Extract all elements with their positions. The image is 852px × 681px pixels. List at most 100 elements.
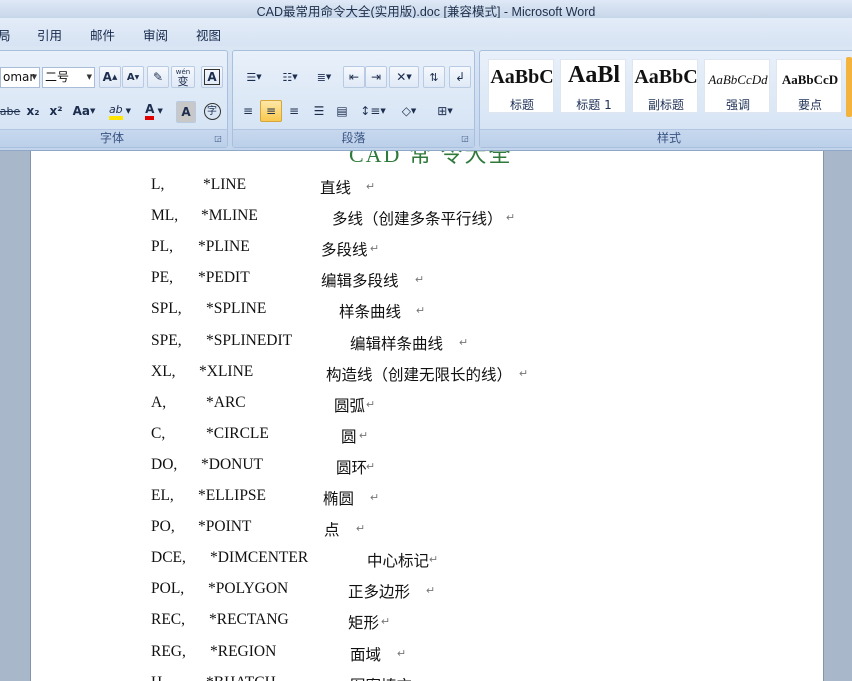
style-title[interactable]: AaBbC 标题 <box>488 59 554 113</box>
chevron-down-icon: ▼ <box>86 73 92 81</box>
style-emphasis[interactable]: AaBbCcDd 强调 <box>704 59 770 113</box>
font-size-combo[interactable]: 二号 ▼ <box>42 67 95 88</box>
char-border-button[interactable]: A <box>201 66 223 88</box>
command-description: 直线 <box>320 180 352 197</box>
superscript-icon: x² <box>49 104 63 118</box>
style-heading-1[interactable]: AaBl 标题 1 <box>560 59 626 113</box>
command-alias: SPL, <box>151 300 182 318</box>
justify-button[interactable]: ☰ <box>308 100 330 122</box>
command-alias: XL, <box>151 362 176 380</box>
command-line: SPE, *SPLINEDIT 编辑样条曲线 ↵ <box>31 331 823 354</box>
tab-view[interactable]: 视图 <box>196 25 221 44</box>
distributed-button[interactable]: ▤ <box>331 100 353 122</box>
style-name: 副标题 <box>647 98 684 112</box>
style-subtitle[interactable]: AaBbC 副标题 <box>632 59 698 113</box>
command-description: 面域 <box>350 646 382 664</box>
subscript-button[interactable]: x₂ <box>22 100 44 122</box>
tab-mailings[interactable]: 邮件 <box>90 25 115 44</box>
dialog-launcher-icon[interactable]: ◲ <box>460 134 470 144</box>
borders-button[interactable]: ⊞ ▼ <box>429 100 461 122</box>
paragraph-mark-icon: ↵ <box>426 585 436 598</box>
dialog-launcher-icon[interactable]: ◲ <box>213 134 223 144</box>
command-name: *LINE <box>203 176 247 193</box>
document-heading: CAD 常 令大全 <box>349 151 513 167</box>
command-alias: L, <box>151 176 165 193</box>
grow-font-button[interactable]: A ▲ <box>99 66 121 88</box>
align-center-icon: ≡ <box>265 104 277 118</box>
tab-review[interactable]: 审阅 <box>143 25 168 44</box>
command-name: *RECTANG <box>209 611 289 629</box>
command-name: *ARC <box>206 393 246 411</box>
change-case-button[interactable]: Aa ▼ <box>68 100 100 122</box>
shading-button[interactable]: ◇ ▼ <box>393 100 425 122</box>
paragraph-mark-icon: ↵ <box>415 274 425 287</box>
ribbon: omar ▼ 二号 ▼ A▲ A▼ ✎ wén 变 A abe x₂ x² <box>0 46 852 151</box>
command-description: 多段线 <box>321 242 368 260</box>
chinese-layout-button[interactable]: ✕ ▼ <box>389 66 419 88</box>
align-left-button[interactable]: ≡ <box>237 100 259 122</box>
command-description: 圆弧 <box>334 397 366 415</box>
command-alias: POL, <box>151 580 185 598</box>
command-alias: EL, <box>151 487 174 504</box>
style-sample: AaBbCcD <box>781 72 839 87</box>
command-description: 中心标记 <box>367 553 430 571</box>
enclose-char-button[interactable]: 字 <box>201 100 223 122</box>
paragraph-mark-icon: ↵ <box>506 212 516 225</box>
command-name: *REGION <box>210 642 277 660</box>
show-marks-button[interactable]: ↲ <box>449 66 471 88</box>
command-alias: PL, <box>151 238 173 256</box>
command-description: 圆环 <box>336 459 368 477</box>
shrink-font-button[interactable]: A ▼ <box>122 66 144 88</box>
justify-icon: ☰ <box>313 104 325 118</box>
numbering-button[interactable]: ☷ ▼ <box>273 66 307 88</box>
command-alias: SPE, <box>151 331 182 349</box>
line-spacing-button[interactable]: ↕≡ ▼ <box>357 100 389 122</box>
font-name-value: omar <box>3 70 35 84</box>
style-sample: AaBbC <box>490 66 554 88</box>
strikethrough-button[interactable]: abe <box>0 100 20 122</box>
tab-page-layout[interactable]: 局 <box>0 25 11 44</box>
phonetic-guide-button[interactable]: wén 变 <box>171 66 195 88</box>
paragraph-mark-icon: ↵ <box>416 678 425 681</box>
bullets-button[interactable]: ☰ ▼ <box>237 66 271 88</box>
paragraph-mark-icon: ↵ <box>416 305 426 318</box>
paragraph-mark-icon: ↵ <box>429 554 439 567</box>
clear-format-button[interactable]: ✎ <box>147 66 169 88</box>
superscript-button[interactable]: x² <box>45 100 67 122</box>
style-name: 标题 1 <box>576 98 612 112</box>
borders-icon: ⊞ <box>437 104 448 118</box>
style-gallery-scroll[interactable] <box>846 57 852 117</box>
line-spacing-icon: ↕≡ <box>360 104 381 118</box>
paragraph-mark-icon: ↵ <box>381 616 391 629</box>
highlight-button[interactable]: ab ▼ <box>103 100 137 122</box>
styles-group-label: 样式 <box>480 129 852 147</box>
sort-button[interactable]: ⇅ <box>423 66 445 88</box>
char-shading-button[interactable]: A <box>176 101 196 123</box>
command-alias: A, <box>151 393 167 411</box>
font-color-icon: A <box>145 102 155 120</box>
decrease-indent-button[interactable]: ⇤ <box>343 66 365 88</box>
ribbon-tabs: 局 引用 邮件 审阅 视图 <box>0 18 852 46</box>
command-alias: REC, <box>151 611 186 629</box>
align-right-button[interactable]: ≡ <box>283 100 305 122</box>
font-name-combo[interactable]: omar ▼ <box>0 67 40 88</box>
align-left-icon: ≡ <box>242 104 254 118</box>
command-name: *DIMCENTER <box>210 549 309 567</box>
tab-references[interactable]: 引用 <box>37 25 62 44</box>
align-center-button[interactable]: ≡ <box>260 100 282 122</box>
paragraph-mark-icon: ↵ <box>370 492 380 504</box>
style-sample: AaBbCcDd <box>708 72 768 87</box>
style-strong[interactable]: AaBbCcD 要点 <box>776 59 842 113</box>
multilevel-list-button[interactable]: ≣ ▼ <box>309 66 339 88</box>
command-line: PE, *PEDIT 编辑多段线 ↵ <box>31 269 823 291</box>
command-alias: PO, <box>151 518 175 536</box>
paragraph-mark-icon: ↵ <box>397 647 407 660</box>
subscript-icon: x₂ <box>26 104 40 118</box>
command-alias: DO, <box>151 455 178 473</box>
style-sample: AaBl <box>567 62 620 88</box>
increase-indent-button[interactable]: ⇥ <box>365 66 387 88</box>
command-line: SPL, *SPLINE 样条曲线 ↵ <box>31 300 823 322</box>
document-page[interactable]: CAD 常 令大全 L, *LINE 直线 ↵ ML, *MLINE 多线（创建多条平行线）… <box>30 151 824 681</box>
font-color-button[interactable]: A ▼ <box>138 100 170 122</box>
increase-indent-icon: ⇥ <box>370 70 382 84</box>
